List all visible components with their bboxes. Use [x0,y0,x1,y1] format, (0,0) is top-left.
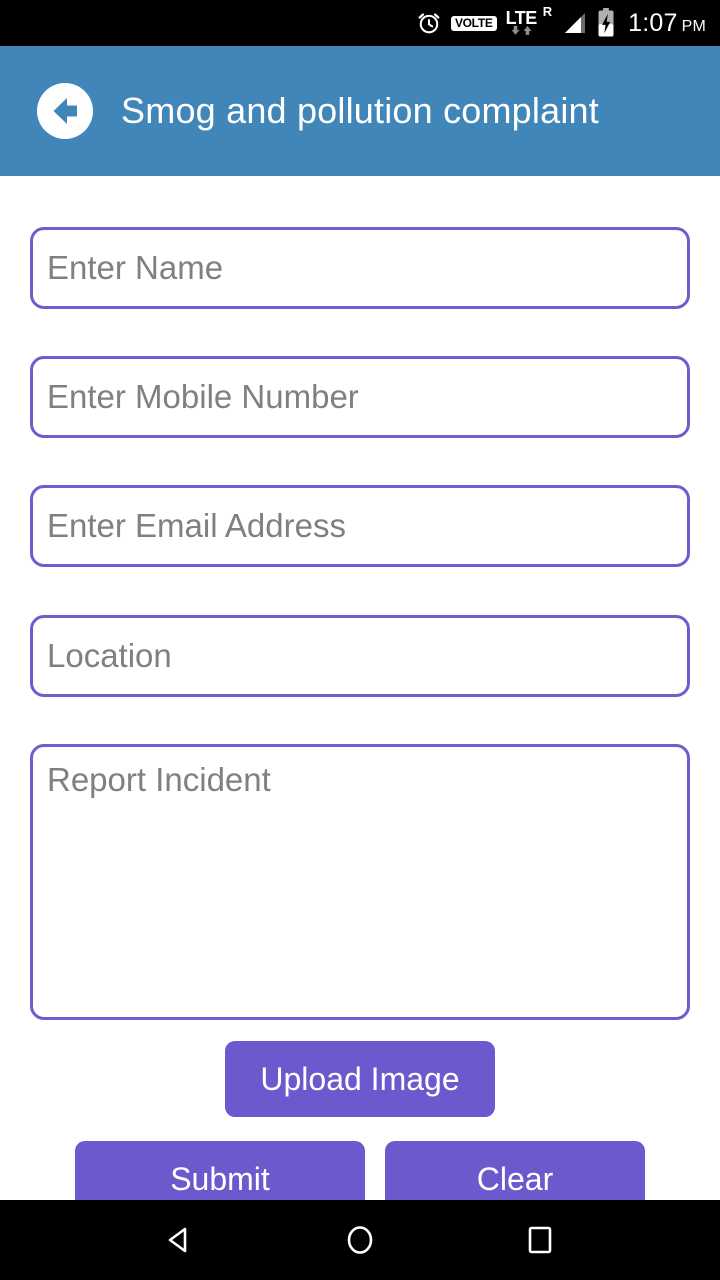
battery-charging-icon [596,8,616,38]
complaint-form: Upload Image Submit Clear [0,176,720,1217]
location-input[interactable] [30,615,690,697]
status-bar-clock: 1:07 PM [628,9,706,38]
data-arrows-icon [510,25,533,36]
clock-time: 1:07 [628,8,678,37]
nav-recents-square-icon[interactable] [510,1210,570,1270]
upload-image-button[interactable]: Upload Image [225,1041,495,1117]
nav-home-circle-icon[interactable] [330,1210,390,1270]
report-incident-textarea[interactable] [30,744,690,1020]
name-input[interactable] [30,227,690,309]
signal-bars-icon [559,10,587,36]
nav-back-triangle-icon[interactable] [150,1210,210,1270]
app-bar: Smog and pollution complaint [0,46,720,176]
email-input[interactable] [30,485,690,567]
lte-indicator: LTE [506,9,537,36]
page-title: Smog and pollution complaint [121,90,599,131]
roaming-indicator: R [542,4,553,19]
phone-screen: VOLTE LTE R 1:07 PM Smog and pollution c… [0,0,720,1280]
volte-badge: VOLTE [450,15,497,31]
alarm-clock-icon [416,10,442,36]
mobile-number-input[interactable] [30,356,690,438]
android-navigation-bar [0,1200,720,1280]
clock-meridiem: PM [681,17,706,35]
status-bar: VOLTE LTE R 1:07 PM [0,0,720,46]
